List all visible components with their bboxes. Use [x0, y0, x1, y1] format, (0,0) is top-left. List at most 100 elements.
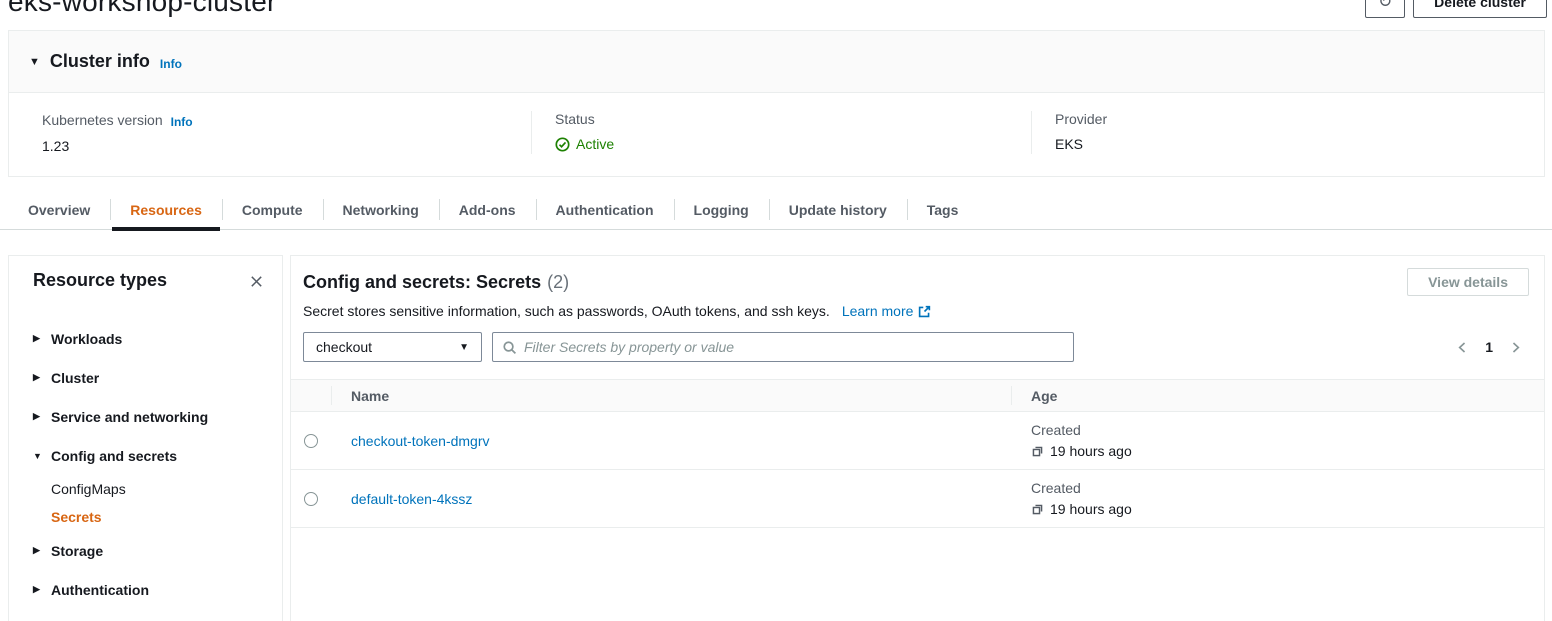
kubernetes-version-field: Kubernetes version Info 1.23: [9, 111, 531, 154]
collapse-caret-icon[interactable]: ▼: [29, 56, 40, 68]
filter-row: checkout ▼ 1: [303, 332, 1524, 362]
cluster-info-body: Kubernetes version Info 1.23 Status Acti…: [9, 93, 1544, 176]
selection-column-header: [291, 380, 331, 411]
provider-label: Provider: [1055, 111, 1544, 127]
sidebar-item-service-and-networking[interactable]: ▶ Service and networking: [33, 397, 266, 436]
sidebar-item-workloads[interactable]: ▶ Workloads: [33, 319, 266, 358]
secrets-count: (2): [547, 272, 569, 293]
resource-types-list: ▶ Workloads ▶ Cluster ▶ Service and netw…: [33, 319, 266, 621]
learn-more-link[interactable]: Learn more: [842, 303, 932, 319]
age-created-label: Created: [1031, 478, 1544, 499]
tab-logging[interactable]: Logging: [674, 190, 769, 229]
sidebar-item-configmaps[interactable]: ConfigMaps: [33, 475, 266, 503]
close-icon: [249, 274, 264, 289]
chevron-right-icon: ▶: [33, 333, 43, 344]
dropdown-caret-icon: ▼: [459, 342, 469, 353]
tab-networking[interactable]: Networking: [323, 190, 439, 229]
secret-name-link[interactable]: default-token-4kssz: [351, 491, 472, 507]
next-page-button[interactable]: [1507, 339, 1524, 356]
kubernetes-version-value: 1.23: [42, 138, 531, 154]
search-icon: [502, 340, 517, 355]
kubernetes-version-info-link[interactable]: Info: [171, 115, 193, 129]
table-row: checkout-token-dmgrv Created 19 hours ag…: [291, 412, 1544, 470]
pagination: 1: [1454, 339, 1524, 356]
tab-update-history[interactable]: Update history: [769, 190, 907, 229]
eks-cluster-page: eks-workshop-cluster ↻ Delete cluster ▼ …: [0, 0, 1552, 621]
provider-field: Provider EKS: [1031, 111, 1544, 154]
chevron-right-icon: ▶: [33, 411, 43, 422]
delete-cluster-button[interactable]: Delete cluster: [1413, 0, 1547, 18]
table-row: default-token-4kssz Created 19 hours ago: [291, 470, 1544, 528]
namespace-filter-value: checkout: [316, 339, 372, 355]
copy-icon[interactable]: [1031, 445, 1044, 458]
chevron-left-icon: [1456, 341, 1469, 354]
age-column-header: Age: [1011, 380, 1544, 411]
sidebar-item-authorization[interactable]: ▶ Authorization: [33, 609, 266, 621]
secrets-search-input[interactable]: [524, 339, 1064, 355]
cluster-info-title: Cluster info: [50, 51, 150, 72]
page-title: eks-workshop-cluster: [8, 0, 277, 18]
status-check-icon: [555, 137, 570, 152]
row-radio-button[interactable]: [304, 492, 318, 506]
kubernetes-version-label: Kubernetes version Info: [42, 111, 531, 129]
refresh-icon: ↻: [1378, 0, 1392, 12]
resource-types-title: Resource types: [33, 270, 167, 291]
secret-age-cell: Created 19 hours ago: [1011, 412, 1544, 469]
view-details-button[interactable]: View details: [1407, 268, 1529, 296]
sidebar-item-cluster[interactable]: ▶ Cluster: [33, 358, 266, 397]
secret-name-link[interactable]: checkout-token-dmgrv: [351, 433, 490, 449]
header-actions: ↻ Delete cluster: [1365, 0, 1547, 18]
tab-authentication[interactable]: Authentication: [536, 190, 674, 229]
tab-add-ons[interactable]: Add-ons: [439, 190, 536, 229]
page-header: eks-workshop-cluster ↻ Delete cluster: [8, 0, 1547, 18]
cluster-info-card: ▼ Cluster info Info Kubernetes version I…: [8, 30, 1545, 177]
chevron-right-icon: ▶: [33, 584, 43, 595]
secrets-panel-title: Config and secrets: Secrets: [303, 272, 541, 293]
current-page-number[interactable]: 1: [1485, 339, 1493, 355]
namespace-filter-dropdown[interactable]: checkout ▼: [303, 332, 482, 362]
table-header-row: Name Age: [291, 379, 1544, 412]
status-value: Active: [555, 136, 1031, 152]
name-column-header: Name: [331, 380, 1011, 411]
previous-page-button[interactable]: [1454, 339, 1471, 356]
age-value: 19 hours ago: [1031, 499, 1544, 520]
sidebar-item-authentication[interactable]: ▶ Authentication: [33, 570, 266, 609]
tab-resources[interactable]: Resources: [110, 190, 222, 229]
secrets-table: Name Age checkout-token-dmgrv Created: [291, 379, 1544, 528]
chevron-down-icon: ▼: [33, 451, 43, 461]
row-select-cell: [291, 412, 331, 469]
refresh-button[interactable]: ↻: [1365, 0, 1405, 18]
provider-value: EKS: [1055, 136, 1544, 152]
secret-name-cell: checkout-token-dmgrv: [331, 412, 1011, 469]
secrets-search-box: [492, 332, 1074, 362]
cluster-info-info-link[interactable]: Info: [160, 57, 182, 71]
status-label: Status: [555, 111, 1031, 127]
cluster-info-header[interactable]: ▼ Cluster info Info: [9, 31, 1544, 93]
row-select-cell: [291, 470, 331, 527]
close-panel-button[interactable]: [247, 272, 266, 291]
status-field: Status Active: [531, 111, 1031, 154]
secrets-panel: Config and secrets: Secrets (2) View det…: [290, 255, 1545, 621]
row-radio-button[interactable]: [304, 434, 318, 448]
secret-age-cell: Created 19 hours ago: [1011, 470, 1544, 527]
secret-name-cell: default-token-4kssz: [331, 470, 1011, 527]
external-link-icon: [918, 305, 931, 318]
resource-types-panel: Resource types ▶ Workloads ▶ Cluster ▶: [8, 255, 283, 621]
cluster-tabs: Overview Resources Compute Networking Ad…: [0, 190, 1552, 230]
age-value: 19 hours ago: [1031, 441, 1544, 462]
chevron-right-icon: [1509, 341, 1522, 354]
age-created-label: Created: [1031, 420, 1544, 441]
resource-types-header: Resource types: [33, 270, 266, 291]
tab-overview[interactable]: Overview: [8, 190, 110, 229]
chevron-right-icon: ▶: [33, 545, 43, 556]
sidebar-item-storage[interactable]: ▶ Storage: [33, 531, 266, 570]
tab-compute[interactable]: Compute: [222, 190, 323, 229]
sidebar-item-config-and-secrets[interactable]: ▼ Config and secrets: [33, 436, 266, 475]
sidebar-item-secrets[interactable]: Secrets: [33, 503, 266, 531]
chevron-right-icon: ▶: [33, 372, 43, 383]
secrets-description: Secret stores sensitive information, suc…: [291, 296, 1544, 319]
tab-tags[interactable]: Tags: [907, 190, 979, 229]
copy-icon[interactable]: [1031, 503, 1044, 516]
resources-content: Resource types ▶ Workloads ▶ Cluster ▶: [8, 255, 1545, 621]
secrets-panel-header: Config and secrets: Secrets (2) View det…: [291, 268, 1544, 296]
